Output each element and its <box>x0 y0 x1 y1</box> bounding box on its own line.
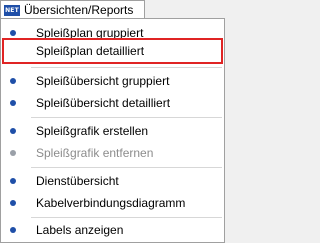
menu-item-spleissgrafik-entfernen: Spleißgrafik entfernen <box>2 142 223 164</box>
menu-separator <box>31 67 222 68</box>
menu-item-label: Spleißübersicht detailliert <box>36 96 171 110</box>
bullet-icon <box>10 200 16 206</box>
menu-reports[interactable]: NET Übersichten/Reports <box>0 0 145 19</box>
menu-item-label: Spleißübersicht gruppiert <box>36 74 170 88</box>
menu-separator <box>31 217 222 218</box>
menu-item-label: Spleißgrafik erstellen <box>36 124 149 138</box>
reports-dropdown-menu: Spleißplan gruppiert Spleißplan detailli… <box>0 18 225 243</box>
menu-separator <box>31 167 222 168</box>
menu-item-spleissuebersicht-gruppiert[interactable]: Spleißübersicht gruppiert <box>2 70 223 92</box>
menu-item-spleissgrafik-erstellen[interactable]: Spleißgrafik erstellen <box>2 120 223 142</box>
menu-item-kabelverbindungsdiagramm[interactable]: Kabelverbindungsdiagramm <box>2 192 223 214</box>
bullet-icon <box>10 100 16 106</box>
menu-item-labels-anzeigen[interactable]: Labels anzeigen <box>2 219 223 241</box>
menu-item-label: Labels anzeigen <box>36 223 124 237</box>
menu-bar: NET Übersichten/Reports <box>0 0 225 19</box>
bullet-icon <box>10 30 16 36</box>
menu-item-label: Spleißplan detailliert <box>36 44 145 58</box>
menu-item-spleissuebersicht-detailliert[interactable]: Spleißübersicht detailliert <box>2 92 223 114</box>
menu-reports-label: Übersichten/Reports <box>24 3 134 17</box>
menu-item-label: Kabelverbindungsdiagramm <box>36 196 186 210</box>
app-logo-icon: NET <box>4 5 20 16</box>
menu-item-dienstuebersicht[interactable]: Dienstübersicht <box>2 170 223 192</box>
bullet-icon <box>10 178 16 184</box>
menu-item-spleissplan-detailliert[interactable]: Spleißplan detailliert <box>2 38 223 64</box>
bullet-icon <box>10 227 16 233</box>
menu-item-label: Dienstübersicht <box>36 174 119 188</box>
menu-item-label: Spleißgrafik entfernen <box>36 146 154 160</box>
bullet-icon <box>10 128 16 134</box>
bullet-icon <box>10 150 16 156</box>
menu-separator <box>31 117 222 118</box>
bullet-icon <box>10 78 16 84</box>
